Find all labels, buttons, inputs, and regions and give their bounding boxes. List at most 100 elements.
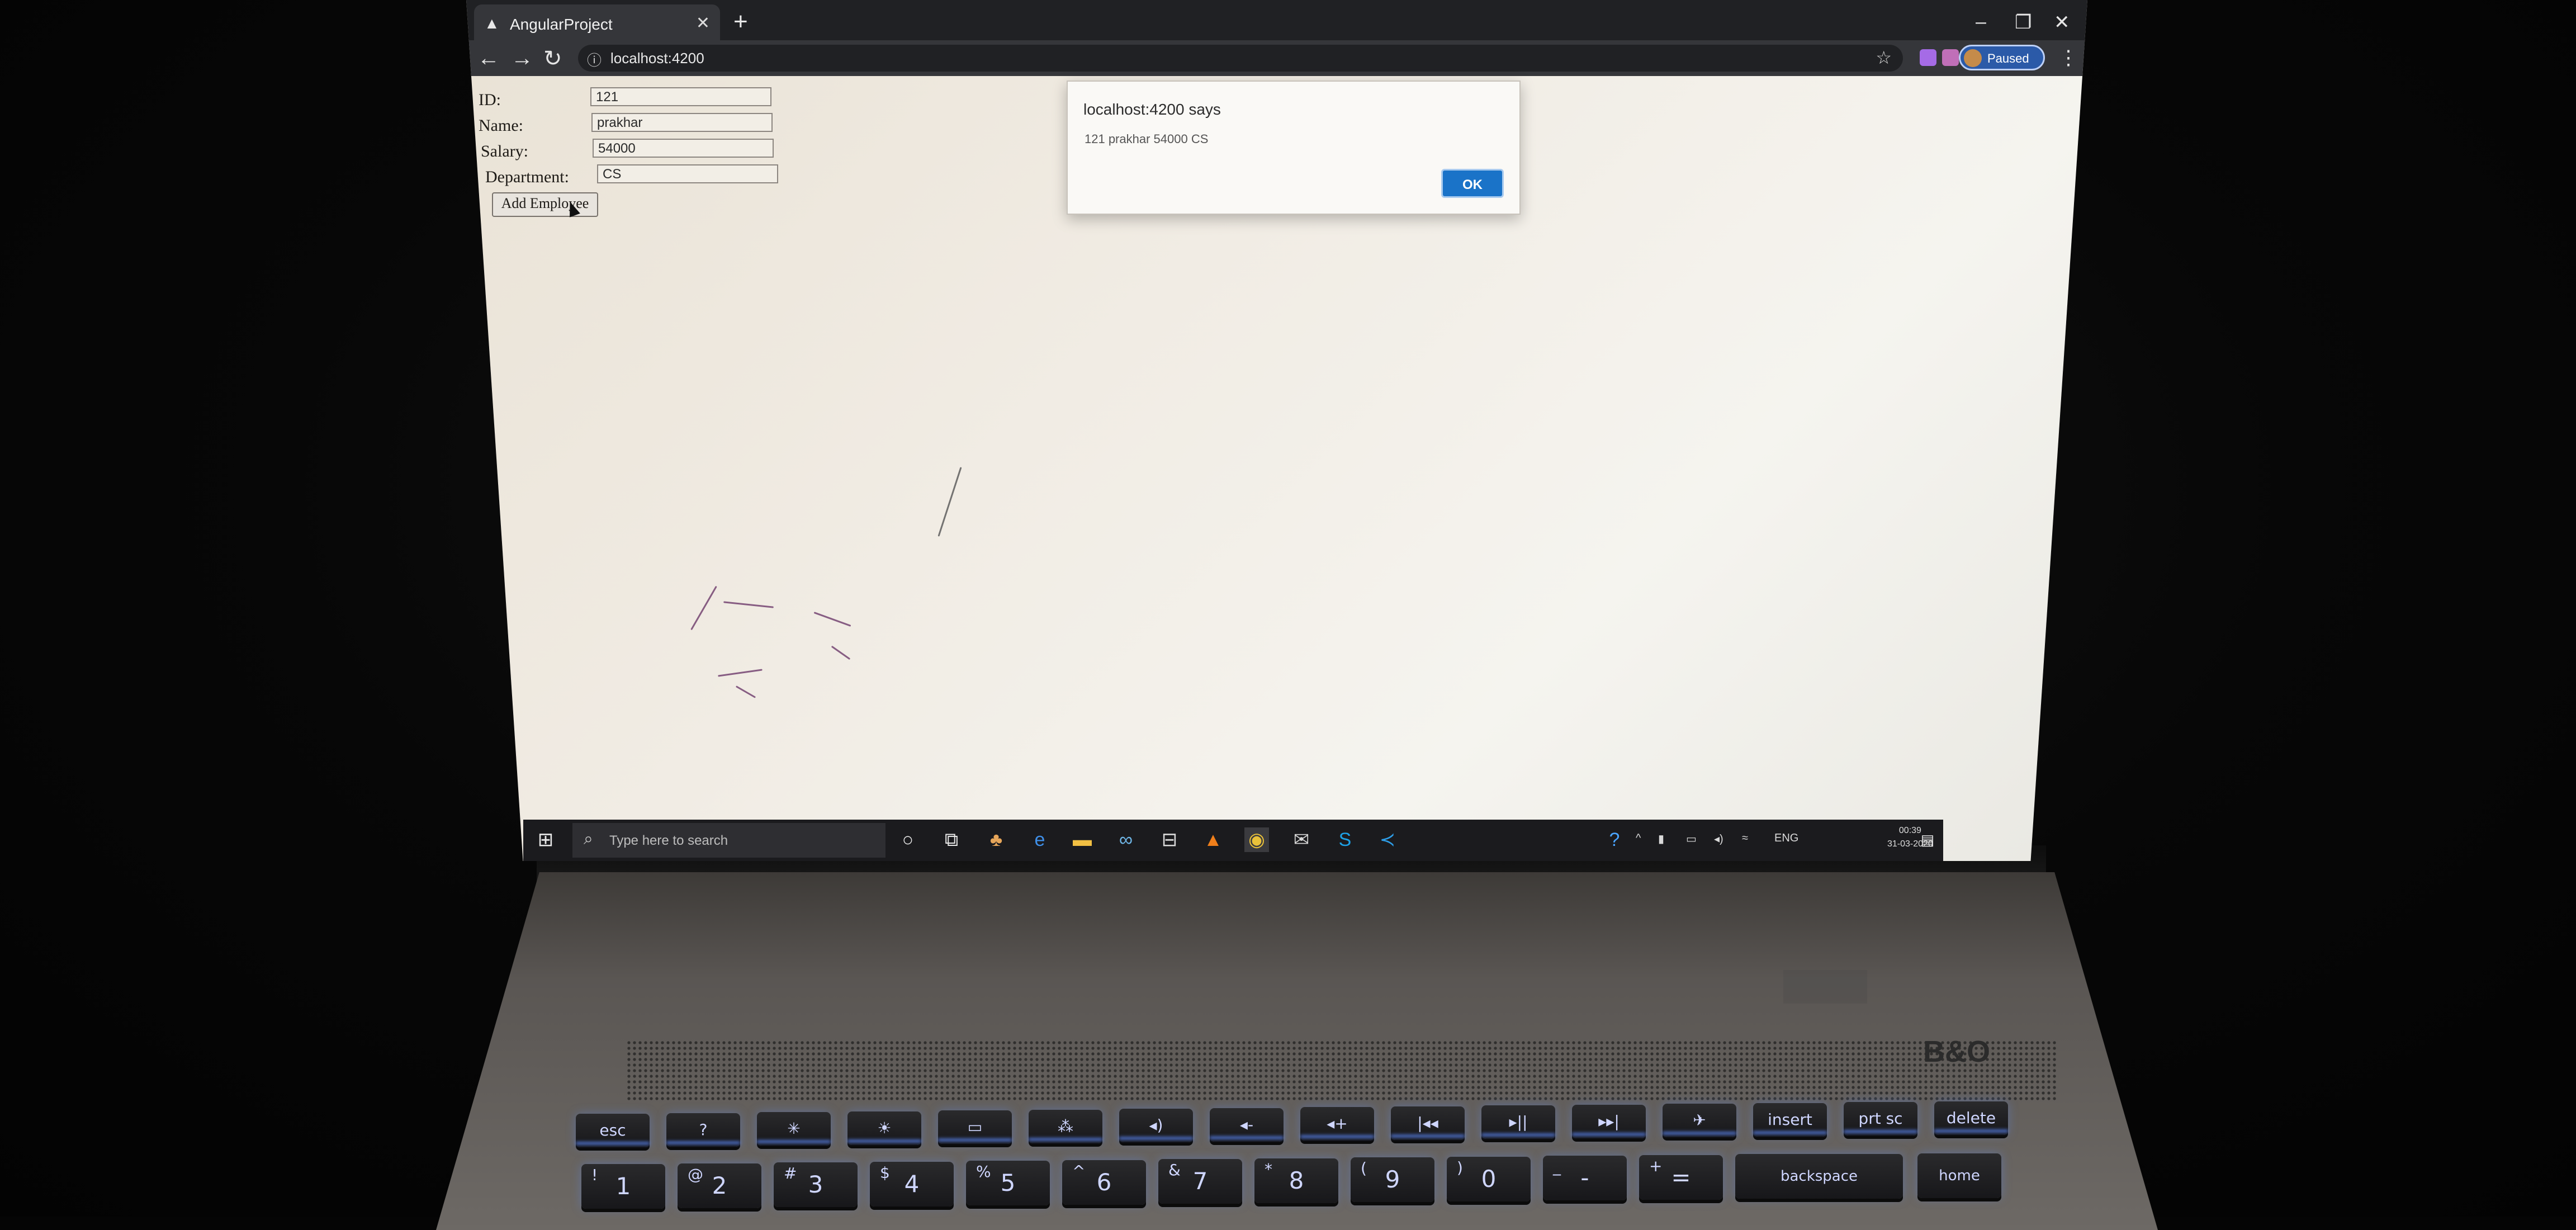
windows-start-icon[interactable]: ⊞ — [533, 827, 558, 852]
browser-toolbar: ← → ↻ ⓘ localhost:4200 ☆ Paused ⋮ — [466, 40, 2087, 76]
reload-button[interactable]: ↻ — [543, 46, 562, 72]
add-employee-button[interactable]: Add Employee — [492, 192, 598, 217]
close-window-button[interactable]: ✕ — [2054, 11, 2070, 34]
number-key[interactable]: 2 @ — [678, 1163, 761, 1208]
taskbar-search[interactable]: ⌕ Type here to search — [572, 823, 886, 858]
infinity-app-icon[interactable]: ∞ — [1114, 827, 1138, 852]
key-backlight — [1119, 1137, 1193, 1140]
salary-input[interactable]: 54000 — [593, 139, 774, 158]
volume-icon[interactable]: ◂) — [1714, 832, 1723, 846]
function-key[interactable]: ✈ — [1663, 1104, 1736, 1137]
avatar — [1964, 49, 1982, 67]
app-icon[interactable]: ♣ — [984, 827, 1008, 852]
network-icon[interactable]: ▮ — [1658, 832, 1664, 846]
url-text: localhost:4200 — [610, 50, 704, 67]
function-key[interactable]: prt sc — [1844, 1102, 1917, 1136]
function-key[interactable]: ▸|| — [1481, 1105, 1555, 1139]
key-backlight — [1210, 1136, 1284, 1139]
function-key[interactable]: |◂◂ — [1391, 1106, 1465, 1140]
new-tab-button[interactable]: + — [733, 8, 748, 36]
extension-icon[interactable] — [1920, 49, 1936, 66]
id-label: ID: — [479, 91, 501, 109]
restore-button[interactable]: ❐ — [2015, 11, 2032, 34]
number-key[interactable]: 4 $ — [870, 1161, 954, 1207]
forward-button[interactable]: → — [511, 46, 533, 71]
speaker-grille — [626, 1040, 2057, 1101]
help-icon[interactable]: ? — [1602, 827, 1627, 852]
function-key[interactable]: ◂+ — [1300, 1107, 1374, 1141]
browser-tab[interactable]: ▲ AngularProject ✕ — [474, 4, 720, 45]
key-backlight — [1572, 1132, 1646, 1136]
number-key[interactable]: 7 & — [1158, 1159, 1242, 1204]
address-bar[interactable]: ⓘ localhost:4200 ☆ — [578, 45, 1903, 72]
function-key[interactable]: ◂- — [1210, 1108, 1284, 1142]
alert-message: 121 prakhar 54000 CS — [1085, 132, 1209, 146]
key-backlight — [1844, 1130, 1917, 1133]
function-key[interactable]: ⁂ — [1029, 1109, 1102, 1143]
bo-logo: B&O — [1923, 1035, 1990, 1068]
function-key[interactable]: delete — [1934, 1101, 2008, 1135]
skype-icon[interactable]: S — [1333, 827, 1357, 852]
close-tab-icon[interactable]: ✕ — [696, 13, 710, 33]
menu-icon[interactable]: ⋮ — [2058, 46, 2078, 69]
ok-button[interactable]: OK — [1441, 169, 1504, 198]
key-symbol: * — [1265, 1160, 1272, 1179]
number-key[interactable]: 1! — [581, 1164, 665, 1209]
key-symbol: ( — [1361, 1159, 1367, 1177]
store-icon[interactable]: ⊟ — [1157, 827, 1182, 852]
number-key[interactable]: - _ — [1543, 1156, 1627, 1200]
info-icon[interactable]: ⓘ — [587, 49, 602, 70]
number-key[interactable]: 8 * — [1254, 1158, 1338, 1203]
function-key[interactable]: ☀ — [847, 1111, 921, 1145]
function-key[interactable]: ◂) — [1119, 1109, 1193, 1142]
windows-taskbar: ⊞ ⌕ Type here to search ○ ⧉ ♣ e ▬ ∞ ⊟ ▲ … — [523, 820, 1943, 861]
screen-scratch — [735, 685, 756, 698]
number-key[interactable]: 0) — [1447, 1156, 1531, 1201]
chrome-icon[interactable]: ◉ — [1244, 827, 1269, 852]
touchpad-edge — [1783, 970, 1867, 1004]
key-backlight — [847, 1139, 921, 1143]
number-key[interactable]: 9( — [1351, 1157, 1434, 1202]
minimize-button[interactable]: – — [1976, 11, 1986, 33]
function-key[interactable]: ▭ — [938, 1110, 1012, 1144]
function-key[interactable]: ▸▸| — [1572, 1104, 1646, 1138]
chevron-up-icon[interactable]: ^ — [1636, 832, 1641, 845]
function-key[interactable]: ✳ — [757, 1112, 831, 1146]
function-key[interactable]: ? — [666, 1113, 740, 1147]
back-button[interactable]: ← — [477, 46, 500, 71]
screen-scratch — [937, 467, 962, 537]
function-key[interactable]: esc — [576, 1114, 650, 1147]
number-key[interactable]: backspace — [1735, 1154, 1903, 1199]
wifi-icon[interactable]: ≈ — [1742, 832, 1748, 845]
vlc-icon[interactable]: ▲ — [1201, 827, 1225, 852]
search-icon: ⌕ — [584, 830, 593, 848]
number-key[interactable]: = + — [1639, 1155, 1723, 1200]
number-key[interactable]: home — [1917, 1153, 2001, 1198]
key-symbol: @ — [688, 1165, 703, 1184]
id-input[interactable]: 121 — [590, 87, 771, 106]
cortana-icon[interactable]: ○ — [896, 827, 920, 852]
profile-button[interactable]: Paused — [1959, 45, 2045, 70]
key-symbol: _ — [1553, 1157, 1561, 1176]
screen-scratch — [813, 612, 851, 627]
key-symbol: ^ — [1072, 1161, 1086, 1180]
function-key[interactable]: insert — [1753, 1103, 1827, 1137]
salary-label: Salary: — [481, 142, 528, 160]
task-view-icon[interactable]: ⧉ — [939, 827, 964, 852]
battery-icon[interactable]: ▭ — [1686, 832, 1697, 846]
notification-icon[interactable]: ▤ — [1915, 827, 1940, 852]
mail-icon[interactable]: ✉ — [1289, 827, 1314, 852]
name-input[interactable]: prakhar — [591, 113, 773, 132]
language-indicator[interactable]: ENG — [1774, 832, 1798, 845]
key-symbol: & — [1168, 1161, 1181, 1179]
vscode-icon[interactable]: ≺ — [1375, 827, 1400, 852]
file-explorer-icon[interactable]: ▬ — [1070, 827, 1095, 852]
number-key[interactable]: 5% — [966, 1161, 1050, 1205]
bookmark-star-icon[interactable]: ☆ — [1876, 47, 1892, 68]
screen-scratch — [723, 601, 774, 608]
edge-icon[interactable]: e — [1027, 827, 1052, 852]
number-key[interactable]: 3 # — [774, 1162, 858, 1207]
extension-icon[interactable] — [1942, 49, 1959, 66]
department-input[interactable]: CS — [597, 164, 778, 183]
number-key[interactable]: 6 ^ — [1062, 1160, 1146, 1205]
